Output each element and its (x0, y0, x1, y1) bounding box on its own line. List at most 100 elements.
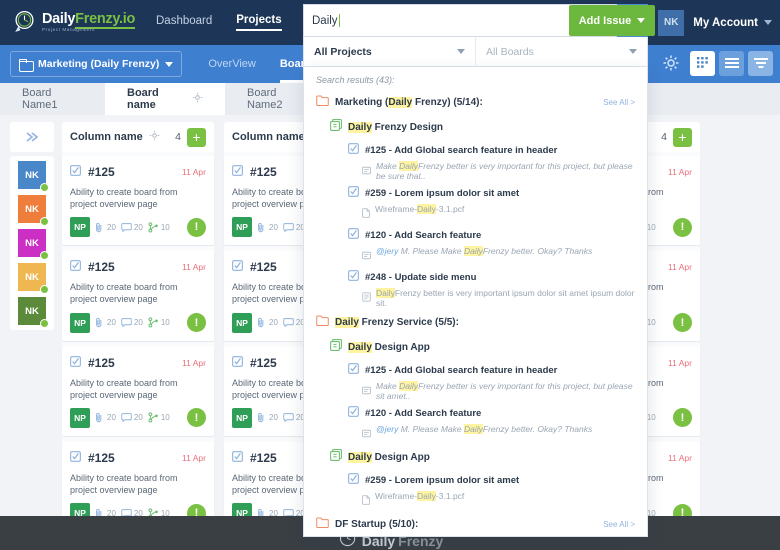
search-result-issue[interactable]: #125 - Add Global search feature in head… (348, 141, 635, 181)
task-assignee-badge[interactable]: NP (232, 217, 252, 238)
expand-rail-button[interactable] (10, 122, 54, 152)
doc-icon (362, 289, 371, 307)
avatar-initials: NK (25, 203, 39, 215)
task-card[interactable]: #125 11 Apr Ability to create board from p… (62, 156, 214, 246)
member-avatar[interactable]: NK (18, 229, 49, 260)
task-checkbox-icon[interactable] (232, 354, 243, 372)
task-due-date: 11 Apr (182, 167, 206, 177)
member-avatar[interactable]: NK (18, 161, 49, 192)
task-card-meta: NP 20 20 10! (70, 407, 206, 428)
task-id: #125 (88, 260, 115, 275)
search-result-group: Daily Frenzy Service (5/5): Daily Design … (316, 311, 635, 510)
member-avatar-list: NK NK NK NK NK (10, 156, 54, 330)
search-result-issue[interactable]: #120 - Add Search feature @jery M. Please… (348, 226, 635, 265)
board-settings-gear-icon[interactable] (192, 92, 203, 106)
board-filter-select[interactable]: All Boards (475, 37, 647, 66)
task-checkbox-icon[interactable] (70, 258, 81, 276)
sub-nav-overview[interactable]: OverView (208, 45, 255, 83)
grid-view-icon[interactable] (690, 50, 715, 76)
task-card[interactable]: #125 11 Apr Ability to create board from p… (62, 251, 214, 341)
add-card-button[interactable]: + (673, 127, 692, 147)
search-project-header[interactable]: Daily Design App (330, 336, 635, 358)
task-checkbox-icon[interactable] (70, 354, 81, 372)
board-tab-1[interactable]: Board Name1 (0, 83, 105, 115)
task-card[interactable]: #125 11 Apr Ability to create board from p… (62, 346, 214, 436)
task-checkbox-icon[interactable] (70, 163, 81, 181)
add-card-button[interactable]: + (187, 127, 206, 147)
account-avatar[interactable]: NK (658, 9, 685, 36)
search-result-issue[interactable]: #259 - Lorem ipsum dolor sit amet Wirefra… (348, 184, 635, 223)
member-avatar[interactable]: NK (18, 297, 49, 328)
column-settings-gear-icon[interactable] (149, 128, 160, 146)
task-assignee-badge[interactable]: NP (232, 407, 252, 428)
member-avatar[interactable]: NK (18, 195, 49, 226)
board-filter-label: All Boards (486, 45, 534, 58)
comment-count: 20 (283, 223, 305, 232)
search-project-header[interactable]: Daily Frenzy Design (330, 116, 635, 138)
see-all-link[interactable]: See All > (603, 98, 635, 107)
my-account-menu[interactable]: My Account (693, 17, 772, 29)
task-card-meta: NP 20 20 10! (70, 312, 206, 333)
project-selector[interactable]: Marketing (Daily Frenzy) (10, 51, 183, 77)
task-card-header: #125 11 Apr (70, 163, 206, 181)
search-group-header[interactable]: DF Startup (5/10): See All > (316, 513, 635, 535)
search-issue-title: #125 - Add Global search feature in head… (365, 144, 558, 156)
search-issue-subtext: @jery M. Please Make DailyFrenzy better.… (362, 424, 635, 443)
task-assignee-badge[interactable]: NP (70, 312, 90, 333)
search-issue-subtext-label: @jery M. Please Make DailyFrenzy better.… (376, 246, 593, 256)
search-project-title: Daily Design App (348, 451, 430, 463)
task-assignee-badge[interactable]: NP (70, 407, 90, 428)
search-issue-subtext-label: Make DailyFrenzy better is very importan… (376, 381, 633, 401)
search-result-issue[interactable]: #248 - Update side menu DailyFrenzy bette… (348, 268, 635, 308)
search-result-issue[interactable]: #259 - Lorem ipsum dolor sit amet Wirefra… (348, 471, 635, 510)
search-issue-header: #120 - Add Search feature (348, 404, 635, 422)
search-result-issue[interactable]: #125 - Add Global search feature in head… (348, 361, 635, 401)
add-issue-button[interactable]: Add Issue (569, 5, 655, 36)
search-results-list: Marketing (Daily Frenzy) (5/14): See All … (316, 91, 635, 536)
board-column: Column name 4 + #125 11 Apr Ability to create… (62, 122, 214, 542)
board-tab-2-active[interactable]: Board name (105, 83, 225, 115)
comment-count: 20 (121, 223, 143, 232)
gear-icon[interactable] (658, 50, 684, 76)
filter-view-icon[interactable] (748, 50, 773, 76)
search-group-title: Marketing (Daily Frenzy) (5/14): (335, 96, 483, 108)
task-checkbox-icon[interactable] (232, 163, 243, 181)
view-tools (658, 50, 773, 76)
task-assignee-badge[interactable]: NP (232, 312, 252, 333)
task-assignee-badge[interactable]: NP (70, 217, 90, 238)
my-account-label: My Account (693, 16, 758, 29)
list-view-icon[interactable] (719, 50, 744, 76)
task-checkbox-icon[interactable] (70, 449, 81, 467)
online-status-dot (40, 319, 49, 328)
logo-frenzy: Frenzy (75, 10, 120, 29)
add-issue-label: Add Issue (578, 14, 632, 27)
nav-item-projects[interactable]: Projects (236, 14, 282, 31)
nav-item-dashboard[interactable]: Dashboard (156, 15, 212, 30)
search-issue-title: #248 - Update side menu (365, 271, 477, 283)
column-title: Column name (70, 131, 143, 143)
search-result-issue[interactable]: #120 - Add Search feature @jery M. Please… (348, 404, 635, 443)
search-filter-row: All Projects All Boards (303, 37, 648, 67)
search-issue-title: #120 - Add Search feature (365, 407, 482, 419)
search-group-header[interactable]: Marketing (Daily Frenzy) (5/14): See All … (316, 91, 635, 113)
task-due-date: 11 Apr (182, 357, 206, 368)
task-checkbox-icon[interactable] (232, 449, 243, 467)
task-id: #125 (88, 165, 115, 179)
app-logo[interactable]: DailyFrenzy.io Project Management (12, 10, 135, 36)
search-group-header[interactable]: Daily Frenzy Service (5/5): (316, 311, 635, 333)
see-all-link[interactable]: See All > (603, 520, 635, 529)
search-issue-header: #259 - Lorem ipsum dolor sit amet (348, 184, 635, 202)
search-issue-subtext: Make DailyFrenzy better is very importan… (362, 161, 635, 181)
task-id: #125 (250, 450, 277, 465)
attachment-count: 20 (95, 222, 116, 233)
search-project-header[interactable]: Daily Design App (330, 446, 635, 468)
priority-alert-badge: ! (673, 313, 692, 333)
note-icon (362, 382, 371, 400)
note-icon (362, 247, 371, 265)
task-checkbox-icon[interactable] (232, 258, 243, 276)
priority-alert-badge: ! (187, 313, 206, 333)
project-filter-select[interactable]: All Projects (304, 37, 475, 66)
priority-alert-badge: ! (187, 408, 206, 428)
task-card-header: #125 11 Apr (70, 354, 206, 372)
member-avatar[interactable]: NK (18, 263, 49, 294)
